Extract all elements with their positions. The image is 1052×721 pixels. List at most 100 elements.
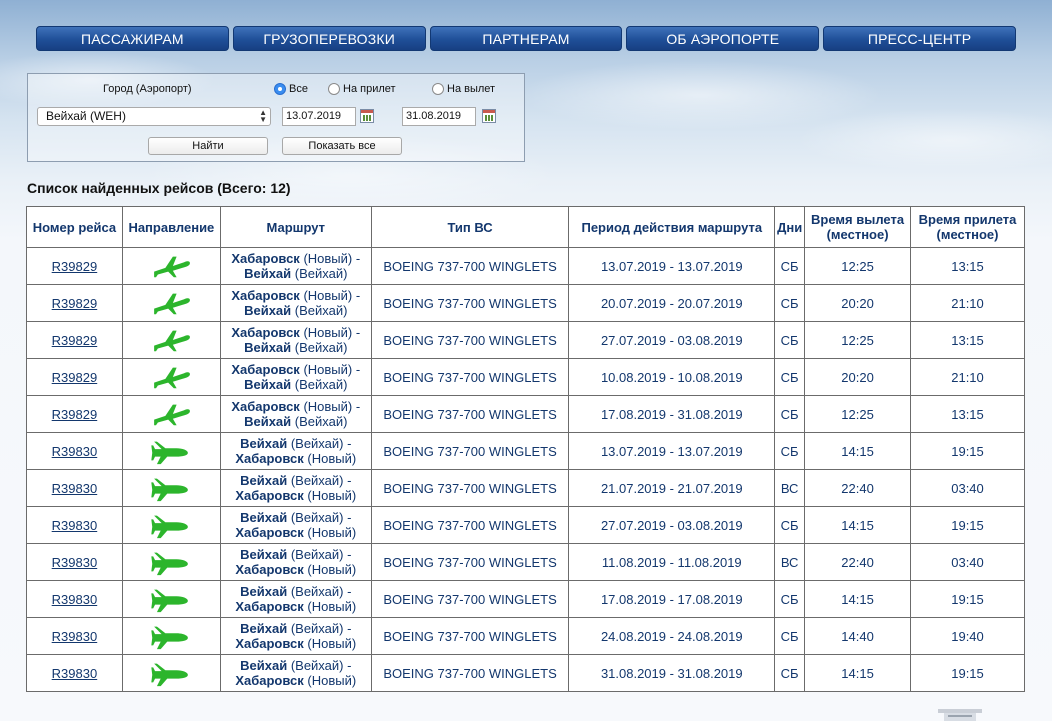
nav-passengers[interactable]: ПАССАЖИРАМ [36, 26, 229, 51]
departure-plane-icon [154, 404, 191, 426]
radio-departure-label: На вылет [447, 83, 496, 95]
days-cell: СБ [774, 432, 806, 470]
flight-number-link[interactable]: R39830 [52, 666, 98, 681]
route-to-airport: (Новый) [307, 451, 357, 466]
route-from-city: Хабаровск [231, 362, 300, 377]
flight-number-cell: R39830 [26, 432, 123, 470]
route-from-city: Вейхай [240, 658, 288, 673]
arrival-time-cell: 13:15 [910, 321, 1025, 359]
calendar-icon[interactable] [482, 109, 496, 123]
arrival-plane-icon [151, 589, 189, 613]
flight-number-link[interactable]: R39829 [52, 407, 98, 422]
flight-number-cell: R39829 [26, 247, 123, 285]
flight-number-link[interactable]: R39829 [52, 333, 98, 348]
table-row: R39830 Вейхай (Вейхай) - Хабаровск (Новый)… [26, 469, 1025, 507]
col-aircraft-type: Тип ВС [370, 206, 570, 248]
route-from-city: Вейхай [240, 584, 288, 599]
direction-cell [121, 617, 221, 655]
flight-number-link[interactable]: R39830 [52, 518, 98, 533]
direction-cell [121, 321, 221, 359]
arrival-time-cell: 13:15 [910, 395, 1025, 433]
route-to-airport: (Новый) [307, 673, 357, 688]
flight-number-link[interactable]: R39829 [52, 259, 98, 274]
route-from-airport: (Новый) - [303, 325, 361, 340]
flight-number-link[interactable]: R39830 [52, 555, 98, 570]
days-cell: СБ [774, 654, 806, 692]
find-button[interactable]: Найти [148, 137, 268, 155]
period-cell: 27.07.2019 - 03.08.2019 [568, 506, 776, 544]
select-arrows-icon: ▲ ▼ [259, 108, 267, 124]
flight-number-link[interactable]: R39830 [52, 629, 98, 644]
departure-time-cell: 14:40 [804, 617, 912, 655]
days-cell: СБ [774, 284, 806, 322]
departure-time-cell: 12:25 [804, 247, 912, 285]
arrival-time-cell: 03:40 [910, 469, 1025, 507]
route-to-city: Вейхай [244, 340, 292, 355]
col-direction: Направление [121, 206, 221, 248]
flight-number-cell: R39830 [26, 506, 123, 544]
table-row: R39830 Вейхай (Вейхай) - Хабаровск (Новый)… [26, 432, 1025, 470]
route-from-airport: (Вейхай) - [290, 621, 352, 636]
direction-cell [121, 654, 221, 692]
radio-departure[interactable]: На вылет [432, 83, 495, 95]
flight-number-link[interactable]: R39829 [52, 370, 98, 385]
arrival-time-cell: 13:15 [910, 247, 1025, 285]
route-cell: Вейхай (Вейхай) - Хабаровск (Новый) [219, 469, 372, 507]
flights-table: Номер рейса Направление Маршрут Тип ВС П… [26, 206, 1025, 692]
nav-press-center[interactable]: ПРЕСС-ЦЕНТР [823, 26, 1016, 51]
period-cell: 11.08.2019 - 11.08.2019 [568, 543, 776, 581]
route-cell: Вейхай (Вейхай) - Хабаровск (Новый) [219, 506, 372, 544]
departure-plane-icon [154, 330, 191, 352]
flight-number-link[interactable]: R39829 [52, 296, 98, 311]
aircraft-cell: BOEING 737-700 WINGLETS [370, 358, 570, 396]
route-from-city: Вейхай [240, 621, 288, 636]
radio-arrival-label: На прилет [343, 83, 396, 95]
radio-arrival[interactable]: На прилет [328, 83, 396, 95]
nav-about-airport[interactable]: ОБ АЭРОПОРТЕ [626, 26, 820, 51]
flight-number-cell: R39829 [26, 395, 123, 433]
departure-time-cell: 22:40 [804, 543, 912, 581]
nav-partners[interactable]: ПАРТНЕРАМ [429, 26, 623, 51]
date-from-field[interactable]: 13.07.2019 [282, 107, 356, 126]
aircraft-cell: BOEING 737-700 WINGLETS [370, 469, 570, 507]
departure-time-cell: 14:15 [804, 506, 912, 544]
period-cell: 21.07.2019 - 21.07.2019 [568, 469, 776, 507]
show-all-button[interactable]: Показать все [282, 137, 402, 155]
route-to-airport: (Вейхай) [294, 377, 348, 392]
date-to-field[interactable]: 31.08.2019 [402, 107, 476, 126]
flight-number-cell: R39829 [26, 321, 123, 359]
radio-all[interactable]: Все [274, 83, 308, 95]
flight-number-link[interactable]: R39830 [52, 592, 98, 607]
days-cell: СБ [774, 321, 806, 359]
route-from-airport: (Вейхай) - [290, 658, 352, 673]
departure-plane-icon [154, 256, 191, 278]
flight-number-link[interactable]: R39830 [52, 444, 98, 459]
radio-icon [328, 83, 340, 95]
flight-number-link[interactable]: R39830 [52, 481, 98, 496]
city-select[interactable]: Вейхай (WEH) ▲ ▼ [37, 107, 271, 126]
days-cell: ВС [774, 469, 806, 507]
direction-cell [121, 432, 221, 470]
results-title: Список найденных рейсов (Всего: 12) [27, 180, 291, 196]
arrival-time-cell: 21:10 [910, 358, 1025, 396]
route-to-city: Вейхай [244, 377, 292, 392]
aircraft-cell: BOEING 737-700 WINGLETS [370, 321, 570, 359]
flight-number-cell: R39829 [26, 284, 123, 322]
period-cell: 13.07.2019 - 13.07.2019 [568, 432, 776, 470]
route-cell: Хабаровск (Новый) - Вейхай (Вейхай) [219, 358, 372, 396]
route-from-city: Вейхай [240, 547, 288, 562]
flight-number-cell: R39830 [26, 580, 123, 618]
nav-cargo[interactable]: ГРУЗОПЕРЕВОЗКИ [232, 26, 426, 51]
days-cell: ВС [774, 543, 806, 581]
col-days: Дни [774, 206, 806, 248]
days-cell: СБ [774, 395, 806, 433]
departure-time-cell: 14:15 [804, 654, 912, 692]
aircraft-cell: BOEING 737-700 WINGLETS [370, 247, 570, 285]
days-cell: СБ [774, 580, 806, 618]
table-row: R39830 Вейхай (Вейхай) - Хабаровск (Новый)… [26, 580, 1025, 618]
calendar-icon[interactable] [360, 109, 374, 123]
route-to-airport: (Новый) [307, 636, 357, 651]
departure-time-cell: 12:25 [804, 395, 912, 433]
table-row: R39829 Хабаровск (Новый) - Вейхай (Вейхай)… [26, 247, 1025, 285]
route-to-airport: (Вейхай) [294, 303, 348, 318]
